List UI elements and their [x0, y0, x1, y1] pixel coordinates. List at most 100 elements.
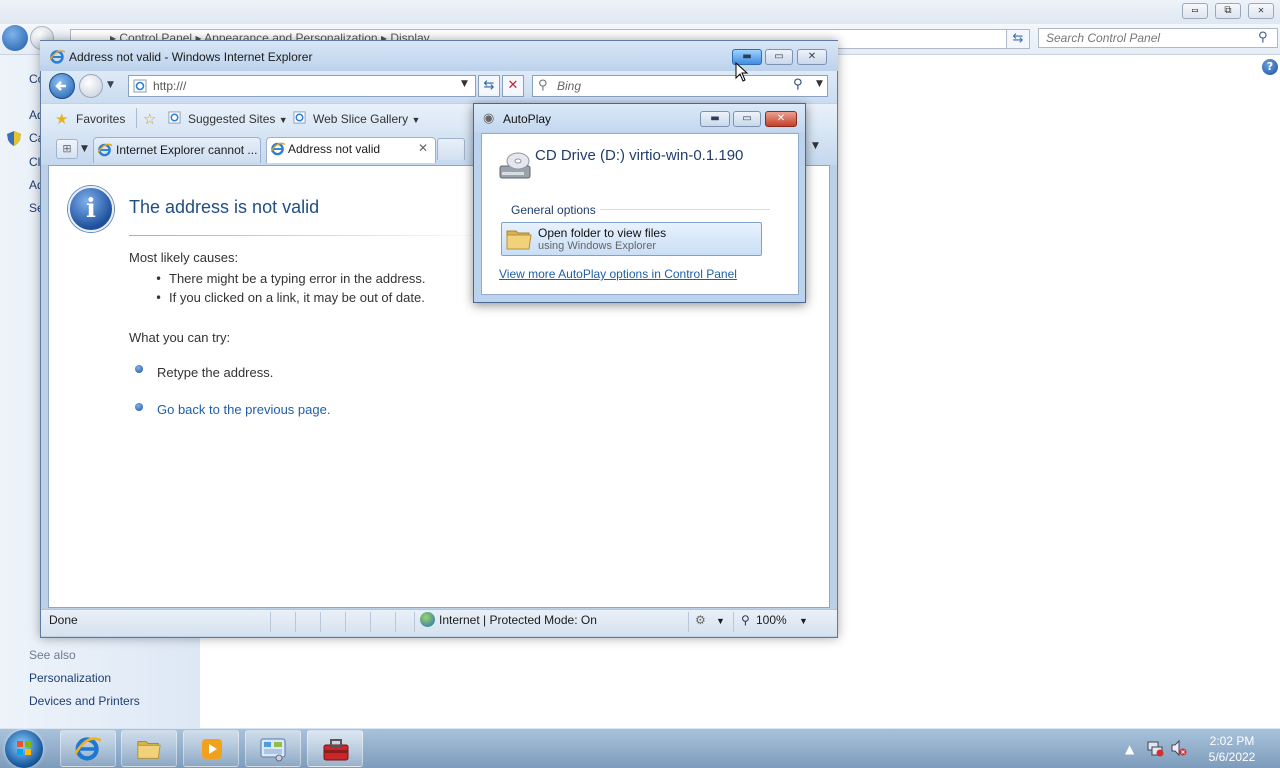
folder-icon — [505, 225, 533, 253]
globe-icon — [420, 612, 435, 627]
status-text: Done — [49, 613, 78, 627]
optical-drive-icon — [498, 150, 532, 182]
bing-search-icon: ⚲ — [538, 78, 548, 93]
taskbar-control-panel[interactable] — [245, 730, 301, 767]
taskbar-media-player[interactable] — [183, 730, 239, 767]
page-icon — [168, 111, 181, 124]
tab-list-dropdown-icon[interactable]: ▼ — [81, 144, 88, 154]
search-icon[interactable]: ⚲ — [793, 77, 803, 92]
drive-label: CD Drive (D:) virtio-win-0.1.190 — [535, 147, 744, 164]
close-icon: ✕ — [807, 51, 817, 62]
security-zone[interactable]: Internet | Protected Mode: On — [439, 613, 597, 627]
quick-tabs-icon[interactable]: ⊞ — [56, 139, 78, 159]
tab-page-icon — [98, 143, 112, 157]
autoplay-minimize-button[interactable]: ▬ — [700, 111, 730, 127]
bullet: • — [155, 291, 163, 305]
blue-bullet-icon — [135, 403, 143, 411]
cp-search-placeholder: Search Control Panel — [1046, 31, 1161, 45]
protected-mode-icon[interactable]: ⚙ — [695, 613, 706, 627]
minimize-icon: ▬ — [710, 113, 720, 124]
ie-maximize-button[interactable]: ▭ — [765, 49, 793, 65]
cp-minimize-button[interactable]: ▭ — [1182, 3, 1208, 19]
tab-label: Address not valid — [288, 142, 381, 156]
tab-page-icon — [271, 142, 285, 156]
cp-back-button[interactable] — [2, 25, 28, 51]
favorites-separator — [136, 108, 137, 128]
help-icon[interactable]: ? — [1262, 59, 1278, 75]
recent-pages-dropdown-icon[interactable]: ▼ — [107, 80, 114, 90]
devices-and-printers-link[interactable]: Devices and Printers — [29, 694, 140, 708]
autoplay-maximize-button[interactable]: ▭ — [733, 111, 761, 127]
zoom-icon[interactable]: ⚲ — [741, 613, 750, 627]
search-dropdown-icon[interactable]: ▼ — [816, 79, 823, 89]
mouse-cursor-icon — [735, 62, 749, 82]
status-separator — [345, 612, 346, 632]
group-divider — [600, 209, 770, 210]
clock-date: 5/6/2022 — [1208, 750, 1256, 764]
more-autoplay-options-link[interactable]: View more AutoPlay options in Control Pa… — [499, 267, 737, 281]
personalization-link[interactable]: Personalization — [29, 671, 111, 685]
heading-divider — [129, 235, 489, 236]
suggested-sites-button[interactable]: Suggested Sites ▼ — [188, 112, 288, 126]
status-separator — [688, 612, 689, 632]
status-separator — [270, 612, 271, 632]
maximize-icon: ▭ — [742, 113, 752, 124]
ie-window-title: Address not valid - Windows Internet Exp… — [69, 50, 313, 64]
autoplay-close-button[interactable]: ✕ — [765, 111, 797, 127]
search-icon[interactable]: ⚲ — [1258, 30, 1268, 45]
status-separator — [395, 612, 396, 632]
show-hidden-icons-icon[interactable]: ▲ — [1125, 742, 1134, 756]
cp-sidebar-item[interactable]: Cl — [29, 155, 40, 169]
volume-muted-icon[interactable] — [1170, 739, 1188, 757]
ie-address-text[interactable]: http:/// — [153, 79, 186, 93]
tab-label: Internet Explorer cannot ... — [116, 143, 258, 157]
tools-dropdown-icon[interactable]: ▼ — [812, 141, 819, 151]
refresh-button[interactable]: ⇆ — [478, 75, 500, 97]
cp-refresh-button[interactable]: ⇆ — [1006, 29, 1030, 49]
option-title: Open folder to view files — [538, 226, 667, 240]
ie-search-placeholder: Bing — [557, 79, 582, 93]
status-separator — [295, 612, 296, 632]
causes-title: Most likely causes: — [129, 250, 239, 265]
cp-close-button[interactable]: ✕ — [1248, 3, 1274, 19]
start-button[interactable] — [5, 730, 43, 768]
new-tab-button[interactable] — [437, 138, 465, 160]
zoom-level[interactable]: 100% — [756, 613, 787, 627]
see-also-heading: See also — [29, 648, 76, 662]
control-panel-titlebar — [0, 0, 1280, 24]
address-dropdown-icon[interactable]: ▼ — [461, 79, 468, 89]
cp-restore-button[interactable]: ⧉ — [1215, 3, 1241, 19]
suggested-sites-label: Suggested Sites — [188, 112, 276, 126]
ie-forward-button[interactable] — [79, 74, 103, 98]
ie-close-button[interactable]: ✕ — [797, 49, 827, 65]
chevron-down-icon[interactable]: ▼ — [716, 616, 725, 626]
chevron-down-icon: ▼ — [278, 115, 288, 125]
network-icon[interactable] — [1146, 739, 1164, 757]
taskbar-windows-explorer[interactable] — [121, 730, 177, 767]
tab-close-icon[interactable]: ✕ — [418, 141, 428, 155]
general-options-heading: General options — [511, 203, 596, 217]
status-separator — [370, 612, 371, 632]
shield-icon — [7, 131, 21, 146]
try-item: Retype the address. — [157, 365, 274, 380]
cause-item: There might be a typing error in the add… — [169, 271, 426, 286]
stop-button[interactable]: ✕ — [502, 75, 524, 97]
internet-explorer-icon — [50, 50, 65, 64]
status-separator — [733, 612, 734, 632]
info-icon: i — [68, 186, 114, 232]
taskbar-clock[interactable]: 2:02 PM 5/6/2022 — [1200, 733, 1264, 765]
web-slice-gallery-button[interactable]: Web Slice Gallery ▼ — [313, 112, 420, 126]
go-back-link[interactable]: Go back to the previous page. — [157, 402, 330, 417]
status-separator — [414, 612, 415, 632]
status-separator — [320, 612, 321, 632]
web-slice-gallery-label: Web Slice Gallery — [313, 112, 409, 126]
taskbar-toolbox[interactable] — [307, 730, 363, 767]
favorites-button[interactable]: Favorites — [76, 112, 125, 126]
taskbar-internet-explorer[interactable] — [60, 730, 116, 767]
page-icon — [133, 79, 147, 93]
try-title: What you can try: — [129, 330, 231, 345]
zoom-dropdown-icon[interactable]: ▼ — [799, 616, 808, 626]
add-to-favorites-icon[interactable]: ☆ — [143, 110, 156, 128]
chevron-down-icon: ▼ — [411, 115, 421, 125]
ie-back-button[interactable] — [49, 73, 75, 99]
